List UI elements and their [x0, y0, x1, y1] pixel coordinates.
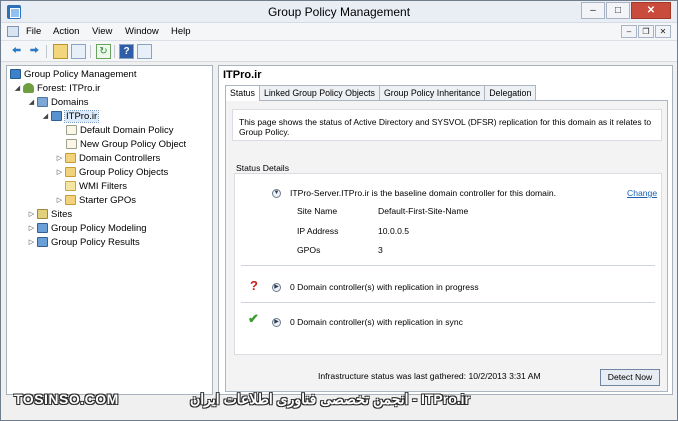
collapse-icon[interactable]: ◢: [41, 110, 50, 123]
expand-icon[interactable]: ▷: [27, 222, 36, 235]
tree-gp-modeling[interactable]: ▷ Group Policy Modeling: [27, 222, 147, 235]
expand-icon[interactable]: ▷: [27, 236, 36, 249]
forest-icon: [23, 83, 34, 93]
tree-starter-gpos[interactable]: ▷ Starter GPOs: [55, 194, 136, 207]
tree-pane: Group Policy Management ◢ Forest: ITPro.i…: [6, 65, 213, 395]
forward-arrow-icon[interactable]: 🠪: [27, 44, 42, 59]
menu-window[interactable]: Window: [125, 26, 159, 37]
watermark-center: انجمن تخصصی فناوری اطلاعات ایران - ITPro…: [190, 391, 470, 407]
question-mark-icon: ?: [250, 278, 258, 293]
tree-group-policy-objects[interactable]: ▷ Group Policy Objects: [55, 166, 168, 179]
mdi-restore-button[interactable]: ❐: [638, 25, 654, 38]
baseline-dc-text: ITPro-Server.ITPro.ir is the baseline do…: [290, 188, 557, 198]
site-name-label: Site Name: [297, 206, 338, 216]
gpo-link-icon: [66, 125, 77, 135]
expand-icon[interactable]: ▷: [55, 152, 64, 165]
mdi-close-button[interactable]: ✕: [655, 25, 671, 38]
results-icon: [37, 237, 48, 247]
status-details-label: Status Details: [236, 163, 290, 173]
replication-in-progress-text: 0 Domain controller(s) with replication …: [290, 282, 479, 292]
tree-domain[interactable]: ◢ ITPro.ir: [41, 110, 100, 123]
toolbar: 🠨 🠪 ↻ ?: [1, 41, 677, 62]
checkmark-icon: ✔: [248, 311, 259, 326]
details-pane: ITPro.ir Status Linked Group Policy Obje…: [218, 65, 673, 395]
tab-inheritance[interactable]: Group Policy Inheritance: [378, 85, 486, 100]
folder-icon: [65, 195, 76, 205]
gpm-icon: [10, 69, 21, 79]
tree-gp-results[interactable]: ▷ Group Policy Results: [27, 236, 140, 249]
domain-icon: [51, 111, 62, 121]
tab-delegation[interactable]: Delegation: [484, 85, 537, 100]
detect-now-button[interactable]: Detect Now: [600, 369, 660, 386]
menu-bar: File Action View Window Help – ❐ ✕: [1, 23, 677, 41]
title-bar: Group Policy Management – □ ✕: [1, 1, 677, 23]
tree-root[interactable]: Group Policy Management: [9, 68, 136, 81]
status-description: This page shows the status of Active Dir…: [232, 109, 662, 141]
tree-forest[interactable]: ◢ Forest: ITPro.ir: [13, 82, 100, 95]
modeling-icon: [37, 223, 48, 233]
tab-status[interactable]: Status: [225, 85, 260, 101]
domains-icon: [37, 97, 48, 107]
change-link[interactable]: Change: [627, 188, 657, 198]
ip-address-label: IP Address: [297, 226, 339, 236]
refresh-icon[interactable]: ↻: [96, 44, 111, 59]
collapse-baseline-icon[interactable]: ▼: [272, 189, 281, 198]
watermark-left: TOSINSO.COM: [14, 391, 119, 407]
wmi-folder-icon: [65, 181, 76, 191]
tree-default-domain-policy[interactable]: Default Domain Policy: [65, 124, 173, 137]
main-window: Group Policy Management – □ ✕ File Actio…: [0, 0, 678, 421]
folder-icon: [65, 167, 76, 177]
tree-sites[interactable]: ▷ Sites: [27, 208, 72, 221]
status-tab-body: This page shows the status of Active Dir…: [225, 100, 668, 392]
mdi-minimize-button[interactable]: –: [621, 25, 637, 38]
expand-icon[interactable]: ▷: [55, 194, 64, 207]
menu-action[interactable]: Action: [53, 26, 79, 37]
help-icon[interactable]: ?: [119, 44, 134, 59]
window-title: Group Policy Management: [267, 5, 411, 19]
tab-linked-gpos[interactable]: Linked Group Policy Objects: [258, 85, 380, 100]
status-details-box: ▼ ITPro-Server.ITPro.ir is the baseline …: [234, 173, 662, 355]
pane-title: ITPro.ir: [223, 69, 262, 81]
folder-up-icon[interactable]: [53, 44, 68, 59]
expand-icon[interactable]: ▷: [55, 166, 64, 179]
menu-view[interactable]: View: [92, 26, 112, 37]
gpos-label: GPOs: [297, 245, 321, 255]
site-name-value: Default-First-Site-Name: [378, 206, 469, 216]
sites-icon: [37, 209, 48, 219]
mmc-icon[interactable]: [7, 26, 19, 37]
expand-in-progress-icon[interactable]: ▶: [272, 283, 281, 292]
close-button[interactable]: ✕: [631, 2, 671, 19]
maximize-button[interactable]: □: [606, 2, 630, 19]
infrastructure-status-text: Infrastructure status was last gathered:…: [318, 371, 541, 381]
tree-domains[interactable]: ◢ Domains: [27, 96, 89, 109]
menu-file[interactable]: File: [26, 26, 41, 37]
expand-icon[interactable]: ▷: [27, 208, 36, 221]
collapse-icon[interactable]: ◢: [27, 96, 36, 109]
show-hide-tree-icon[interactable]: [71, 44, 86, 59]
tree-new-gpo[interactable]: New Group Policy Object: [65, 138, 186, 151]
back-arrow-icon[interactable]: 🠨: [9, 44, 24, 59]
gpo-link-icon: [66, 139, 77, 149]
tree-domain-controllers[interactable]: ▷ Domain Controllers: [55, 152, 160, 165]
menu-help[interactable]: Help: [171, 26, 191, 37]
collapse-icon[interactable]: ◢: [13, 82, 22, 95]
ou-folder-icon: [65, 153, 76, 163]
replication-in-sync-text: 0 Domain controller(s) with replication …: [290, 317, 463, 327]
minimize-button[interactable]: –: [581, 2, 605, 19]
expand-in-sync-icon[interactable]: ▶: [272, 318, 281, 327]
properties-icon[interactable]: [137, 44, 152, 59]
tab-strip: Status Linked Group Policy Objects Group…: [225, 85, 537, 101]
ip-address-value: 10.0.0.5: [378, 226, 410, 236]
tree-wmi-filters[interactable]: WMI Filters: [64, 180, 127, 193]
gpos-value: 3: [378, 245, 383, 255]
